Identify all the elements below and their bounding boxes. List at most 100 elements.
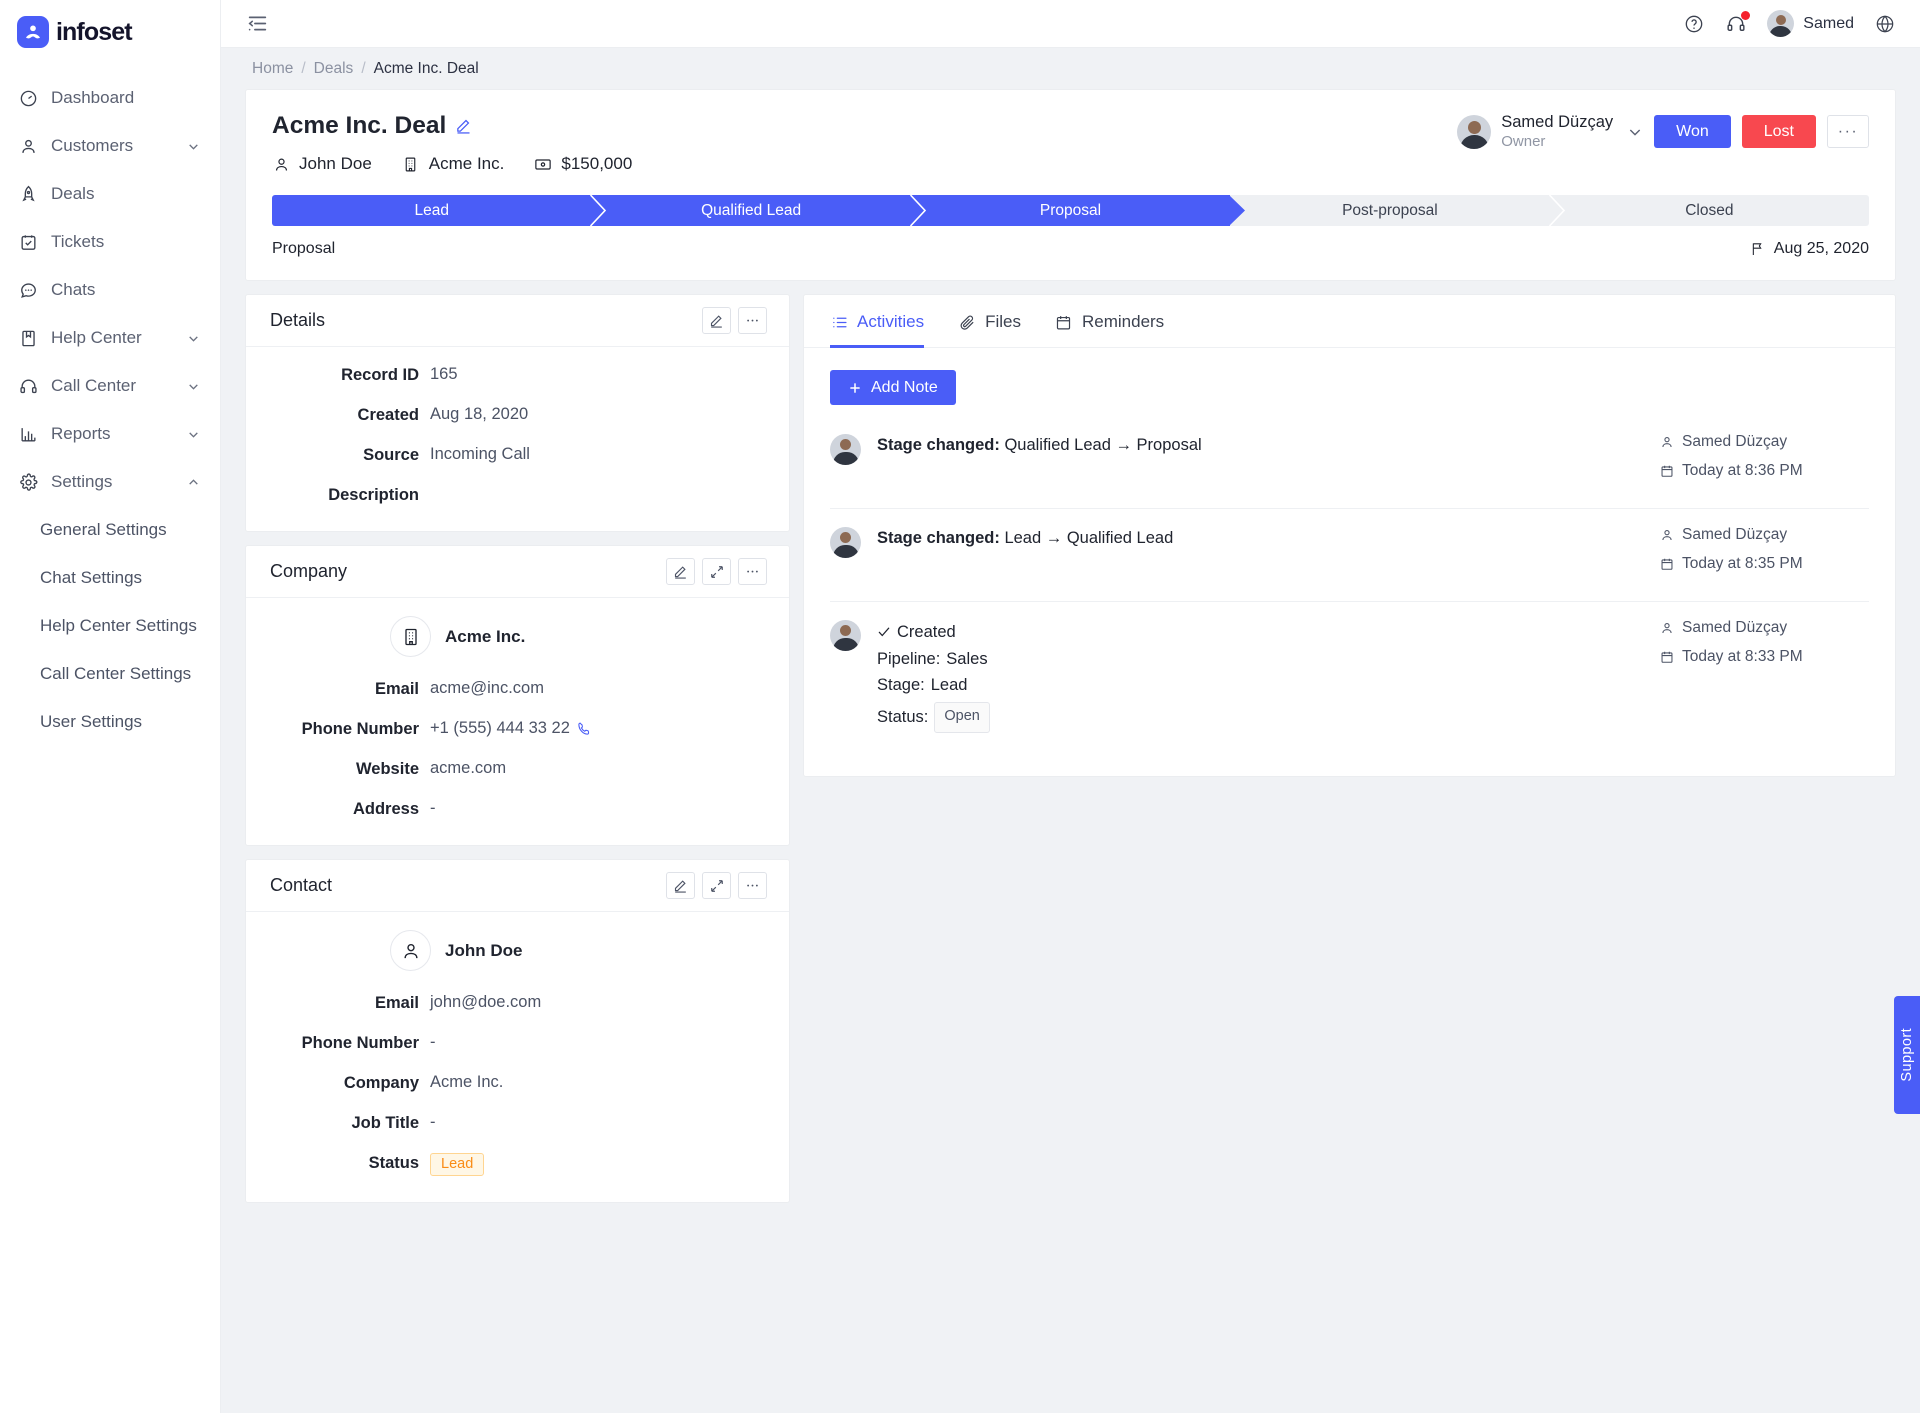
activity-user: Samed Düzçay xyxy=(1659,619,1869,637)
support-tab[interactable]: Support xyxy=(1894,996,1920,1114)
tab-files[interactable]: Files xyxy=(958,312,1021,348)
sidebar-item-chat-settings[interactable]: Chat Settings xyxy=(0,554,220,602)
sidebar-item-general-settings[interactable]: General Settings xyxy=(0,506,220,554)
chevron-down-icon[interactable] xyxy=(186,139,200,153)
calendar-icon xyxy=(1659,557,1674,572)
deal-stage-date: Aug 25, 2020 xyxy=(1750,240,1869,258)
tab-label: Reminders xyxy=(1081,312,1165,331)
sidebar-item-help-center[interactable]: Help Center xyxy=(0,314,220,362)
plus-icon xyxy=(848,381,862,395)
paperclip-icon xyxy=(958,313,976,331)
chevron-down-icon[interactable] xyxy=(186,427,200,441)
topbar-actions: Samed xyxy=(1683,10,1896,37)
app-logo-text: infoset xyxy=(56,17,133,46)
pencil-icon[interactable] xyxy=(455,117,473,135)
won-button[interactable]: Won xyxy=(1654,115,1731,149)
contact-entity[interactable]: John Doe xyxy=(270,930,765,971)
field-label: Description xyxy=(328,486,419,504)
stage-label: Closed xyxy=(1685,201,1734,219)
activity-user: Samed Düzçay xyxy=(1659,433,1869,451)
globe-icon[interactable] xyxy=(1874,13,1896,35)
details-edit-button[interactable] xyxy=(702,307,731,334)
details-more-button[interactable] xyxy=(738,307,767,334)
activity-time: Today at 8:36 PM xyxy=(1659,462,1869,480)
company-expand-button[interactable] xyxy=(702,558,731,585)
lost-button[interactable]: Lost xyxy=(1741,115,1816,149)
breadcrumb-home[interactable]: Home xyxy=(252,60,293,78)
deal-meta-contact[interactable]: John Doe xyxy=(272,154,372,174)
chevron-up-icon[interactable] xyxy=(186,475,200,489)
sidebar-collapse-icon[interactable] xyxy=(247,12,271,36)
activities-body: Add Note Stage changed: Qualified Lead →… xyxy=(804,348,1895,776)
deal-owner-role: Owner xyxy=(1501,132,1546,150)
field-label: Website xyxy=(356,760,419,778)
deal-meta-label: Acme Inc. xyxy=(428,154,505,173)
field-value: 165 xyxy=(430,365,458,383)
app-logo[interactable]: infoset xyxy=(0,8,220,56)
deal-more-button[interactable]: ··· xyxy=(1827,115,1869,149)
sidebar-item-chats[interactable]: Chats xyxy=(0,266,220,314)
add-note-button[interactable]: Add Note xyxy=(830,370,956,405)
gear-icon xyxy=(17,471,39,493)
sidebar-item-call-center[interactable]: Call Center xyxy=(0,362,220,410)
sidebar-item-deals[interactable]: Deals xyxy=(0,170,220,218)
sidebar-item-user-settings[interactable]: User Settings xyxy=(0,698,220,746)
stage-proposal[interactable]: Proposal xyxy=(910,195,1246,226)
company-entity[interactable]: Acme Inc. xyxy=(270,616,765,657)
stage-label: Lead xyxy=(414,201,449,219)
company-entity-name: Acme Inc. xyxy=(445,626,526,646)
chevron-down-icon[interactable] xyxy=(186,331,200,345)
deal-meta-company[interactable]: Acme Inc. xyxy=(402,154,505,174)
chevron-down-icon[interactable] xyxy=(1627,124,1643,140)
phone-call-icon[interactable] xyxy=(577,721,592,736)
activity-list: Stage changed: Qualified Lead → Proposal xyxy=(830,424,1869,750)
sidebar-item-tickets[interactable]: Tickets xyxy=(0,218,220,266)
field-description: Description xyxy=(270,485,765,505)
activity-pipeline-value: Sales xyxy=(946,649,988,668)
contact-edit-button[interactable] xyxy=(666,872,695,899)
sidebar-item-settings[interactable]: Settings xyxy=(0,458,220,506)
company-edit-button[interactable] xyxy=(666,558,695,585)
contact-panel: Contact John Doe Email john@doe.com Phon… xyxy=(245,859,790,1203)
activity-created-title: Created xyxy=(877,619,1659,646)
deal-owner-selector[interactable]: Samed Düzçay Owner xyxy=(1457,112,1643,151)
headset-icon xyxy=(17,375,39,397)
stage-post-proposal[interactable]: Post-proposal xyxy=(1230,195,1565,226)
sidebar-item-customers[interactable]: Customers xyxy=(0,122,220,170)
headset-icon[interactable] xyxy=(1725,10,1751,35)
status-badge: Open xyxy=(934,702,990,733)
company-more-button[interactable] xyxy=(738,558,767,585)
sidebar-subitem-label: Help Center Settings xyxy=(40,616,197,635)
field-contact-company: Company Acme Inc. xyxy=(270,1073,765,1093)
sidebar-item-label: Settings xyxy=(51,472,113,491)
breadcrumb-deals[interactable]: Deals xyxy=(314,60,354,78)
help-circle-icon[interactable] xyxy=(1683,13,1705,35)
stage-qualified-lead[interactable]: Qualified Lead xyxy=(591,195,926,226)
chat-icon xyxy=(17,279,39,301)
tab-activities[interactable]: Activities xyxy=(830,312,925,348)
field-value: +1 (555) 444 33 22 xyxy=(430,719,570,737)
tab-reminders[interactable]: Reminders xyxy=(1055,312,1164,348)
contact-more-button[interactable] xyxy=(738,872,767,899)
sidebar-item-reports[interactable]: Reports xyxy=(0,410,220,458)
sidebar-item-call-center-settings[interactable]: Call Center Settings xyxy=(0,650,220,698)
sidebar-item-dashboard[interactable]: Dashboard xyxy=(0,74,220,122)
field-label: Job Title xyxy=(351,1114,419,1132)
field-created: Created Aug 18, 2020 xyxy=(270,405,765,425)
stage-closed[interactable]: Closed xyxy=(1549,195,1870,226)
field-value: Incoming Call xyxy=(430,445,530,463)
sidebar-subitem-label: Chat Settings xyxy=(40,568,143,587)
topbar-user-menu[interactable]: Samed xyxy=(1767,10,1854,37)
stage-arrow-icon xyxy=(1548,195,1565,226)
sidebar-item-help-center-settings[interactable]: Help Center Settings xyxy=(0,602,220,650)
avatar xyxy=(1767,10,1795,37)
activity-text: Stage changed: Qualified Lead → Proposal xyxy=(877,433,1659,459)
stage-label: Proposal xyxy=(1039,201,1102,219)
activity-status: Status: Open xyxy=(877,702,1659,733)
chevron-down-icon[interactable] xyxy=(186,379,200,393)
stage-lead[interactable]: Lead xyxy=(272,195,607,226)
contact-expand-button[interactable] xyxy=(702,872,731,899)
field-value: - xyxy=(430,799,436,817)
add-note-label: Add Note xyxy=(871,378,938,396)
main-area: Samed Home / Deals / Acme Inc. Deal Acme… xyxy=(221,0,1920,1413)
